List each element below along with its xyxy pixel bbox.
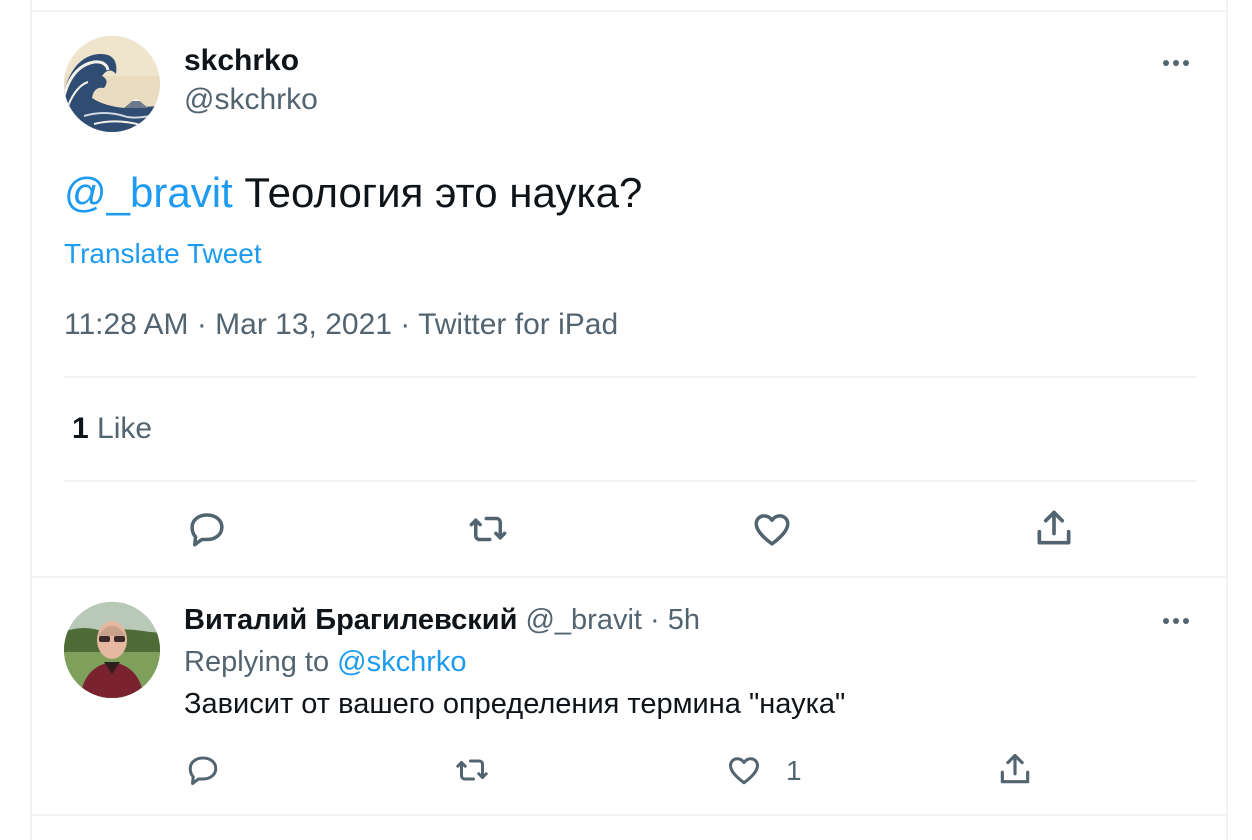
reply-handle[interactable]: @_bravit [525, 604, 641, 636]
top-divider [32, 10, 1228, 12]
great-wave-avatar-image [64, 36, 160, 132]
reply-display-name[interactable]: Виталий Брагилевский [184, 604, 517, 636]
reply-author-avatar[interactable] [64, 602, 160, 698]
likes-label: Like [88, 412, 153, 445]
share-icon[interactable] [1032, 506, 1076, 550]
reply-like-count: 1 [786, 755, 802, 786]
author-display-name[interactable]: skchrko [184, 44, 299, 78]
bottom-divider [32, 814, 1228, 816]
tweet-timestamp[interactable]: 11:28 AM · Mar 13, 2021 · Twitter for iP… [64, 308, 618, 342]
reply-retweet-icon[interactable] [452, 752, 492, 788]
translate-tweet-link[interactable]: Translate Tweet [64, 238, 262, 270]
author-avatar[interactable] [64, 36, 160, 132]
author-handle[interactable]: @skchrko [184, 83, 318, 117]
tweet-text: @_bravit Теология это наука? [64, 169, 642, 217]
more-icon[interactable] [1156, 51, 1196, 75]
reply-text: Зависит от вашего определения термина "н… [184, 688, 846, 720]
reply-more-icon[interactable] [1156, 609, 1196, 633]
reply-reply-icon[interactable] [184, 752, 222, 788]
replying-to-link[interactable]: @skchrko [337, 646, 466, 678]
tweet-body-text: Теология это наука? [232, 169, 643, 216]
reply-share-icon[interactable] [996, 750, 1034, 788]
likes-count: 1 [72, 412, 89, 445]
mention-link[interactable]: @_bravit [64, 169, 233, 216]
replying-to: Replying to @skchrko [184, 646, 467, 679]
replying-to-label: Replying to [184, 646, 338, 678]
likes-stat[interactable]: 1 Like [72, 412, 152, 446]
stats-divider-bottom [64, 480, 1196, 482]
like-icon[interactable] [750, 508, 794, 550]
tweet-separator [32, 576, 1228, 578]
stats-divider-top [64, 376, 1196, 378]
reply-like-icon[interactable] [724, 752, 764, 788]
reply-header: Виталий Брагилевский @_bravit · 5h [184, 604, 700, 637]
reply-icon[interactable] [186, 508, 228, 550]
reply-separator: · [641, 604, 668, 636]
reply-avatar-image [64, 602, 160, 698]
reply-time[interactable]: 5h [668, 604, 700, 636]
retweet-icon[interactable] [466, 508, 510, 550]
